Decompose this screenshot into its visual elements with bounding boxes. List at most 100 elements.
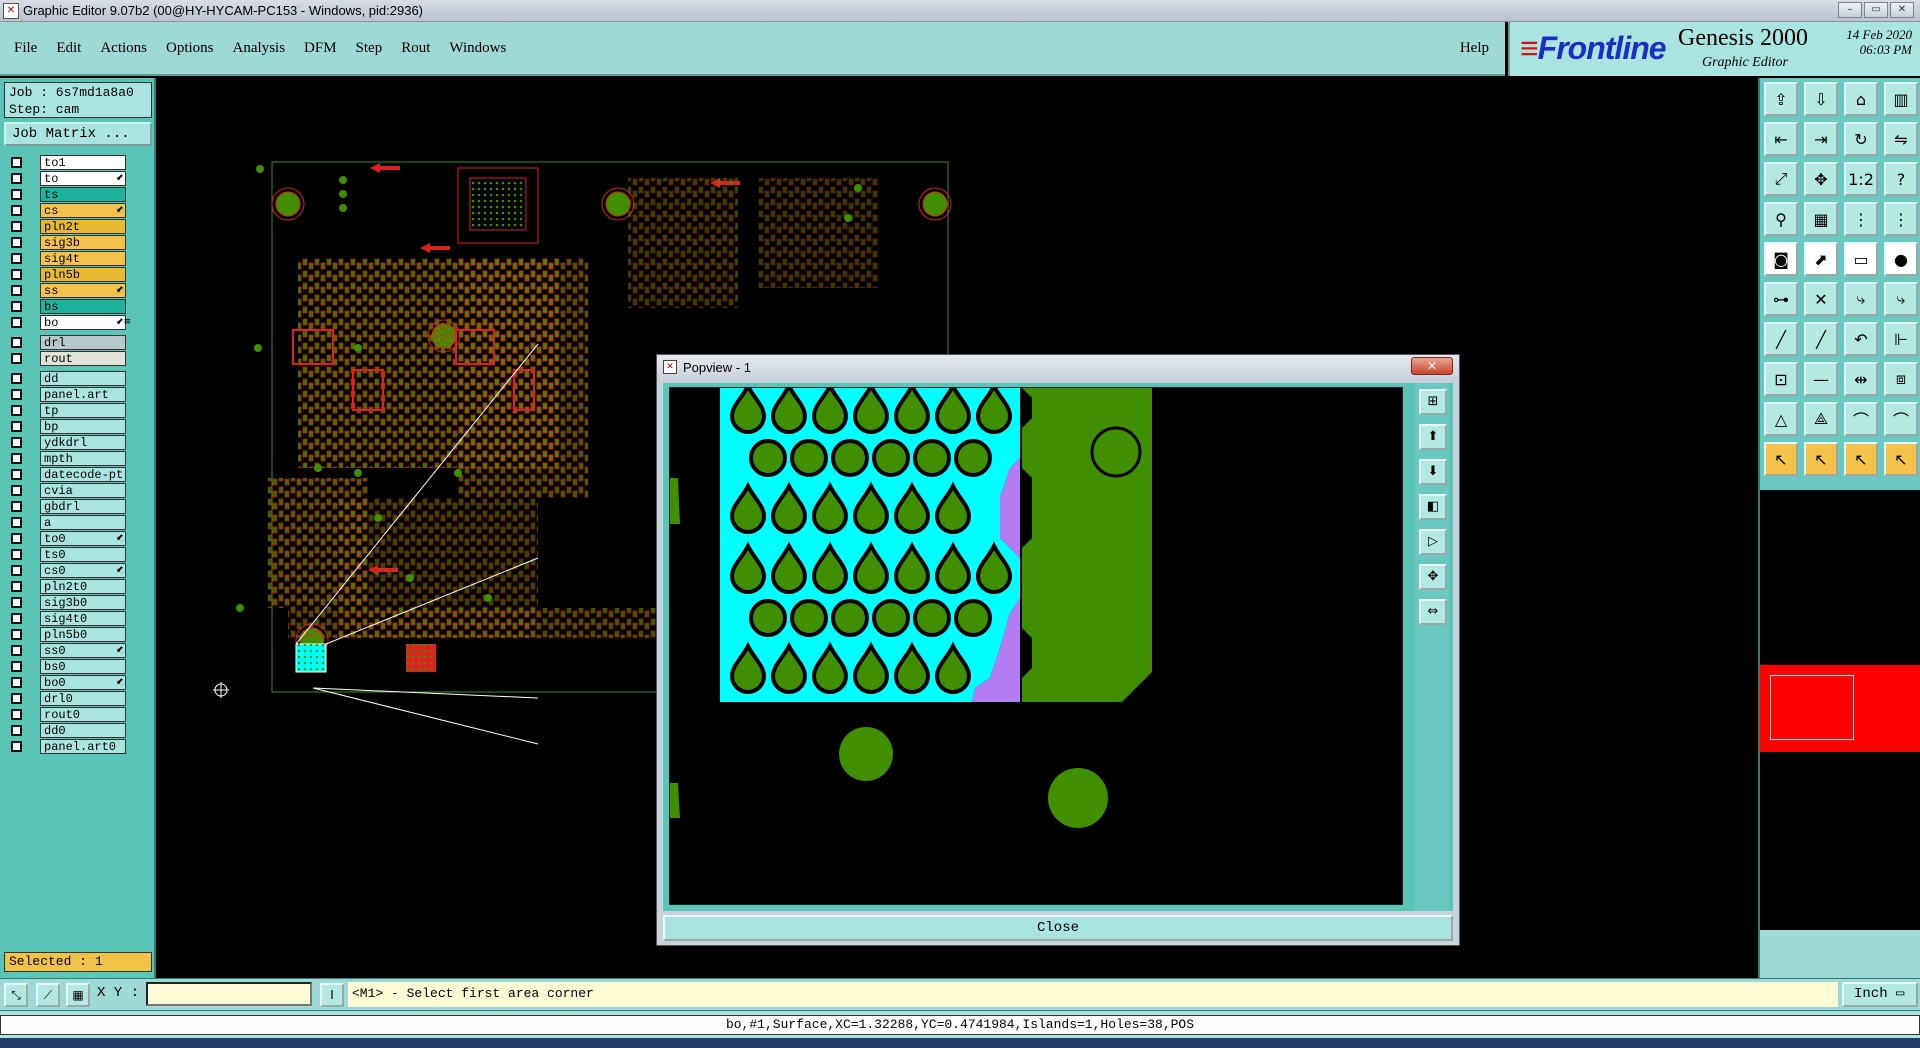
- layer-name[interactable]: ts0: [40, 546, 126, 562]
- shift-icon[interactable]: ⊩: [1884, 322, 1918, 356]
- layer-checkbox[interactable]: [11, 580, 22, 592]
- layer-name[interactable]: bs0: [40, 658, 126, 674]
- layer-checkbox[interactable]: [11, 628, 22, 640]
- measure-icon[interactable]: ⇹: [1844, 362, 1878, 396]
- layer-row-sig3b0[interactable]: sig3b0: [4, 594, 152, 610]
- layer-checkbox[interactable]: [11, 708, 22, 720]
- cross-icon[interactable]: ✕: [1804, 282, 1838, 316]
- layer-row-a[interactable]: a: [4, 514, 152, 530]
- layer-name[interactable]: cs0: [40, 562, 126, 578]
- mirror-icon[interactable]: ⇋: [1884, 122, 1918, 156]
- layer-row-sig4t0[interactable]: sig4t0: [4, 610, 152, 626]
- layer-checkbox[interactable]: [11, 404, 22, 416]
- layer-row-to0[interactable]: to0 ⬋: [4, 530, 152, 546]
- pointer-icon[interactable]: ↖: [1764, 442, 1798, 476]
- job-matrix-button[interactable]: Job Matrix ...: [4, 122, 152, 146]
- layer-checkbox[interactable]: [11, 220, 22, 232]
- pad-arc-icon[interactable]: ⊡: [1764, 362, 1798, 396]
- minimize-icon[interactable]: –: [1838, 2, 1862, 18]
- layer-row-panel-art[interactable]: panel.art: [4, 386, 152, 402]
- layer-name[interactable]: to1: [40, 154, 126, 170]
- layer-name[interactable]: pln2t0: [40, 578, 126, 594]
- menu-options[interactable]: Options: [166, 40, 214, 57]
- ruler-icon[interactable]: ▭: [1844, 242, 1878, 276]
- pointer4-icon[interactable]: ↖: [1884, 442, 1918, 476]
- layer-name[interactable]: ss0: [40, 642, 126, 658]
- layer-row-bo[interactable]: bo ⬋≡: [4, 314, 152, 330]
- layer-name[interactable]: pln2t: [40, 218, 126, 234]
- layer-checkbox[interactable]: [11, 352, 22, 364]
- layer-name[interactable]: sig3b: [40, 234, 126, 250]
- layer-row-ss[interactable]: ss ⬋: [4, 282, 152, 298]
- layer-name[interactable]: sig3b0: [40, 594, 126, 610]
- triangle-icon[interactable]: △: [1764, 402, 1798, 436]
- layer-name[interactable]: dd: [40, 370, 126, 386]
- layer-name[interactable]: dd0: [40, 722, 126, 738]
- layer-checkbox[interactable]: [11, 316, 22, 328]
- layer-row-mpth[interactable]: mpth: [4, 450, 152, 466]
- layer-checkbox[interactable]: [11, 284, 22, 296]
- layer-checkbox[interactable]: [11, 740, 22, 752]
- menu-file[interactable]: File: [14, 40, 37, 57]
- close-icon[interactable]: ✕: [1890, 2, 1914, 18]
- layer-name[interactable]: sig4t: [40, 250, 126, 266]
- layer-name[interactable]: mpth: [40, 450, 126, 466]
- xy-input[interactable]: [146, 982, 312, 1006]
- layer-row-ts[interactable]: ts: [4, 186, 152, 202]
- triangle2-icon[interactable]: ⟁: [1804, 402, 1838, 436]
- layer-checkbox[interactable]: [11, 252, 22, 264]
- layer-checkbox[interactable]: [11, 516, 22, 528]
- cluster-icon[interactable]: ⧈: [1884, 362, 1918, 396]
- layer-row-rout[interactable]: rout: [4, 350, 152, 366]
- home-icon[interactable]: ⌂: [1844, 82, 1878, 116]
- layer-checkbox[interactable]: [11, 676, 22, 688]
- layer-checkbox[interactable]: [11, 372, 22, 384]
- layer-name[interactable]: to: [40, 170, 126, 186]
- move-left-icon[interactable]: ⇤: [1764, 122, 1798, 156]
- rotate-icon[interactable]: ↻: [1844, 122, 1878, 156]
- layer-name[interactable]: sig4t0: [40, 610, 126, 626]
- fit-icon[interactable]: ⤢: [1764, 162, 1798, 196]
- layer-row-gbdrl[interactable]: gbdrl: [4, 498, 152, 514]
- layer-checkbox[interactable]: [11, 420, 22, 432]
- layer-row-ydkdrl[interactable]: ydkdrl: [4, 434, 152, 450]
- layer-name[interactable]: drl0: [40, 690, 126, 706]
- layer-checkbox[interactable]: [11, 596, 22, 608]
- menu-help[interactable]: Help: [1460, 40, 1489, 57]
- menu-edit[interactable]: Edit: [56, 40, 81, 57]
- net2-icon[interactable]: ⋮: [1884, 202, 1918, 236]
- zoom-icon[interactable]: ⇔: [1419, 599, 1447, 625]
- pan-down-icon[interactable]: ⬇: [1419, 459, 1447, 485]
- layer-row-tp[interactable]: tp: [4, 402, 152, 418]
- layer-name[interactable]: panel.art: [40, 386, 126, 402]
- menu-windows[interactable]: Windows: [449, 40, 506, 57]
- arc-icon[interactable]: ↶: [1844, 322, 1878, 356]
- layer-checkbox[interactable]: [11, 660, 22, 672]
- layer-name[interactable]: drl: [40, 334, 126, 350]
- popview-close-button[interactable]: Close: [663, 915, 1453, 941]
- layer-checkbox[interactable]: [11, 188, 22, 200]
- layer-checkbox[interactable]: [11, 500, 22, 512]
- ratio-icon[interactable]: 1:2: [1844, 162, 1878, 196]
- layer-name[interactable]: panel.art0: [40, 738, 126, 754]
- route-icon[interactable]: ⬈: [1804, 242, 1838, 276]
- layer-name[interactable]: bs: [40, 298, 126, 314]
- overview-minimap[interactable]: [1758, 665, 1920, 752]
- layer-row-drl0[interactable]: drl0: [4, 690, 152, 706]
- menu-step[interactable]: Step: [356, 40, 383, 57]
- layer-checkbox[interactable]: [11, 452, 22, 464]
- layer-row-panel-art0[interactable]: panel.art0: [4, 738, 152, 754]
- menu-analysis[interactable]: Analysis: [233, 40, 286, 57]
- connect-icon[interactable]: ⤷: [1844, 282, 1878, 316]
- center-icon[interactable]: ✥: [1804, 162, 1838, 196]
- layer-row-pln2t0[interactable]: pln2t0: [4, 578, 152, 594]
- layer-row-bs[interactable]: bs: [4, 298, 152, 314]
- line2-icon[interactable]: ╱: [1804, 322, 1838, 356]
- node-icon[interactable]: ⊶: [1764, 282, 1798, 316]
- zoomed-surface[interactable]: [670, 388, 1403, 905]
- grid-icon[interactable]: ▦: [66, 983, 90, 1007]
- layer-checkbox[interactable]: [11, 172, 22, 184]
- layer-name[interactable]: ss: [40, 282, 126, 298]
- layer-checkbox[interactable]: [11, 204, 22, 216]
- add-pad-icon[interactable]: ◙: [1764, 242, 1798, 276]
